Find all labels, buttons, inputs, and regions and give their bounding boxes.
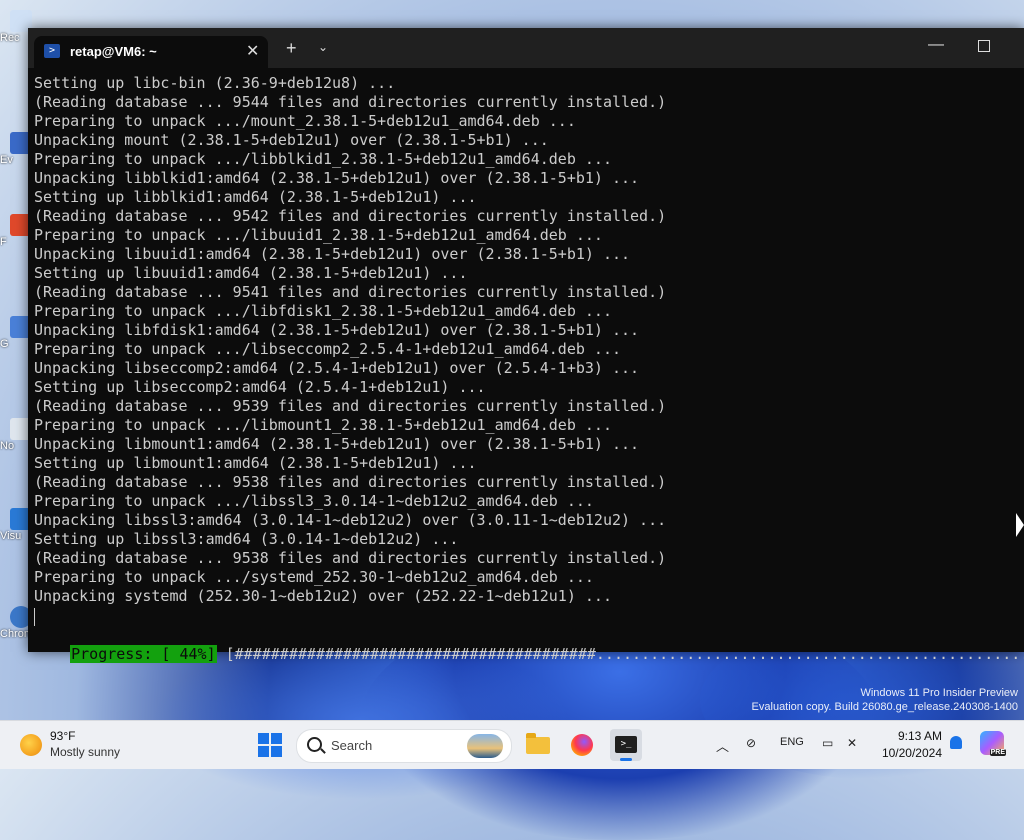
evaluation-watermark: Windows 11 Pro Insider Preview Evaluatio… [752,686,1018,714]
console-line: Unpacking libseccomp2:amd64 (2.5.4-1+deb… [34,359,640,377]
terminal-tab[interactable]: > retap@VM6: ~ ✕ [34,36,268,68]
clock-time[interactable]: 9:13 AM [878,729,942,743]
notification-bell-icon[interactable] [950,736,962,749]
close-tab-icon[interactable]: ✕ [246,41,259,61]
powershell-icon: > [44,44,60,58]
console-line: Unpacking mount (2.38.1-5+deb12u1) over … [34,131,549,149]
display-icon[interactable]: ▭ [822,736,833,750]
search-highlight-image [467,734,503,758]
folder-icon [526,733,550,754]
terminal-taskbar-button[interactable]: >_ [610,729,642,761]
progress-bar: [#######################################… [225,645,1024,663]
terminal-window[interactable]: > retap@VM6: ~ ✕ + ⌄ — Setting up libc-b… [28,28,1024,663]
console-line: Unpacking systemd (252.30-1~deb12u2) ove… [34,587,612,605]
file-explorer-button[interactable] [522,729,554,761]
volume-muted-icon[interactable]: ✕ [847,736,857,750]
console-line: Unpacking libblkid1:amd64 (2.38.1-5+deb1… [34,169,640,187]
console-line: Setting up libc-bin (2.36-9+deb12u8) ... [34,74,396,92]
search-placeholder: Search [331,738,373,753]
console-output[interactable]: Setting up libc-bin (2.36-9+deb12u8) ...… [34,74,1014,650]
start-button[interactable] [258,733,282,757]
console-line: Preparing to unpack .../libblkid1_2.38.1… [34,150,612,168]
console-line: (Reading database ... 9542 files and dir… [34,207,667,225]
console-line: Setting up libuuid1:amd64 (2.38.1-5+deb1… [34,264,468,282]
new-tab-button[interactable]: + [286,38,297,59]
console-line: Unpacking libfdisk1:amd64 (2.38.1-5+deb1… [34,321,640,339]
clock-date[interactable]: 10/20/2024 [874,746,942,760]
console-line: Setting up libseccomp2:amd64 (2.5.4-1+de… [34,378,486,396]
taskbar: 93°F Mostly sunny Search >_ ︿ ⊘ ENG ▭ ✕ … [0,720,1024,769]
console-line: (Reading database ... 9538 files and dir… [34,549,667,567]
tab-title: retap@VM6: ~ [70,44,157,59]
network-icon[interactable]: ⊘ [746,736,756,750]
progress-row: Progress: [ 44%] [#######################… [34,626,1024,663]
console-line: Preparing to unpack .../libseccomp2_2.5.… [34,340,621,358]
console-line: Preparing to unpack .../mount_2.38.1-5+d… [34,112,576,130]
console-line: Setting up libssl3:amd64 (3.0.14-1~deb12… [34,530,459,548]
weather-sun-icon[interactable] [20,734,42,756]
watermark-line: Windows 11 Pro Insider Preview [860,687,1018,699]
active-indicator [620,758,632,761]
console-line: Preparing to unpack .../libuuid1_2.38.1-… [34,226,603,244]
firefox-icon [571,734,593,756]
console-line: (Reading database ... 9538 files and dir… [34,473,667,491]
console-line: Unpacking libmount1:amd64 (2.38.1-5+deb1… [34,435,640,453]
language-indicator[interactable]: ENG [780,736,804,748]
watermark-line: Evaluation copy. Build 26080.ge_release.… [751,701,1018,713]
console-line: Preparing to unpack .../libssl3_3.0.14-1… [34,492,594,510]
console-line: (Reading database ... 9541 files and dir… [34,283,667,301]
copilot-icon[interactable]: PRE [980,731,1006,756]
chevron-down-icon[interactable]: ⌄ [318,40,328,54]
minimize-button[interactable]: — [928,36,944,54]
progress-label: Progress: [ 44%] [70,645,217,663]
text-cursor [34,608,35,626]
console-line: Setting up libmount1:amd64 (2.38.1-5+deb… [34,454,477,472]
console-line: Preparing to unpack .../systemd_252.30-1… [34,568,594,586]
console-line: Unpacking libssl3:amd64 (3.0.14-1~deb12u… [34,511,667,529]
title-bar[interactable]: > retap@VM6: ~ ✕ + ⌄ — [28,28,1024,68]
console-line: Preparing to unpack .../libmount1_2.38.1… [34,416,612,434]
copilot-badge: PRE [989,749,1006,756]
weather-description[interactable]: Mostly sunny [50,745,120,759]
console-line: Setting up libblkid1:amd64 (2.38.1-5+deb… [34,188,477,206]
weather-temperature[interactable]: 93°F [50,729,75,743]
console-line: Unpacking libuuid1:amd64 (2.38.1-5+deb12… [34,245,631,263]
console-line: (Reading database ... 9539 files and dir… [34,397,667,415]
taskbar-search[interactable]: Search [296,729,512,763]
maximize-button[interactable] [978,40,990,52]
search-icon [307,737,322,752]
console-line: (Reading database ... 9544 files and dir… [34,93,667,111]
firefox-button[interactable] [566,729,598,761]
mouse-cursor-icon [1016,513,1024,537]
terminal-icon: >_ [615,736,637,753]
console-line: Preparing to unpack .../libfdisk1_2.38.1… [34,302,612,320]
show-hidden-icons-chevron-icon[interactable]: ︿ [716,736,729,755]
